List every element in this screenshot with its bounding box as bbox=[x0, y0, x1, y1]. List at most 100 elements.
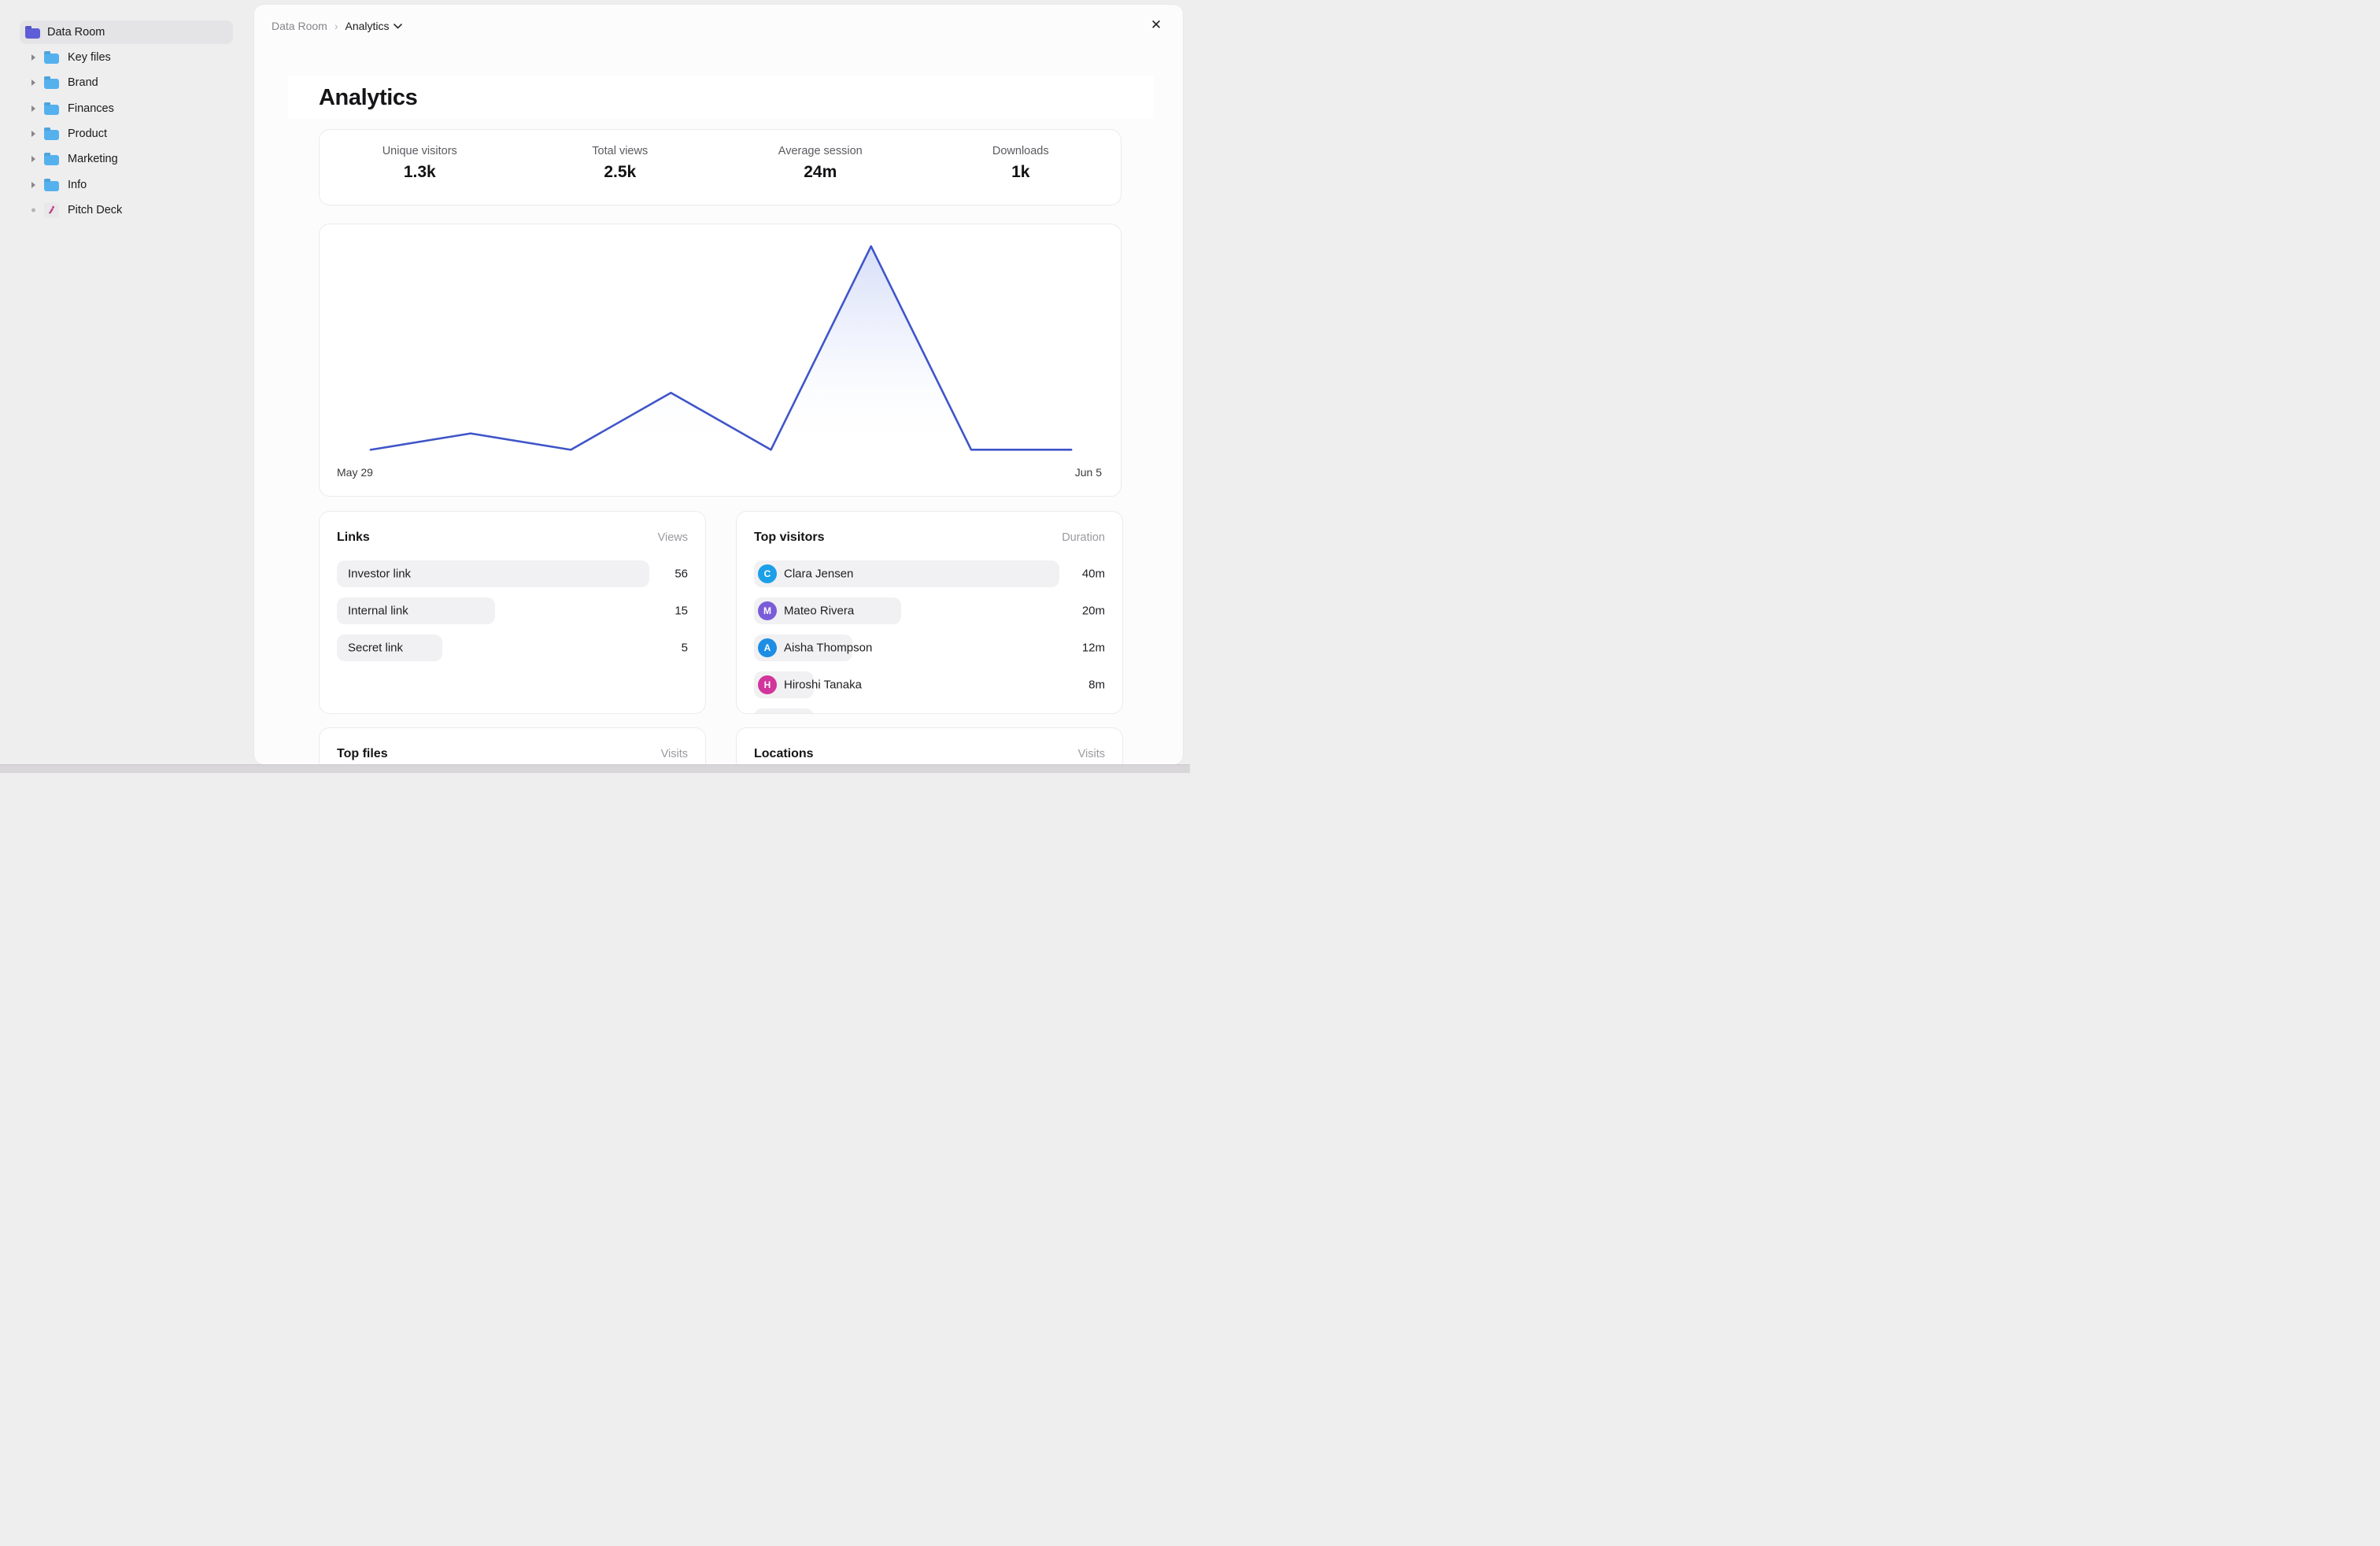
avatar: A bbox=[758, 638, 777, 657]
top-files-card-header: Top files Visits bbox=[337, 747, 688, 761]
visits-chart-card: May 29 Jun 5 bbox=[319, 224, 1122, 497]
sidebar-item-label: Marketing bbox=[68, 153, 118, 165]
visits-line-chart bbox=[320, 224, 1121, 496]
folder-icon bbox=[44, 155, 59, 165]
top-visitors-duration-header: Duration bbox=[1062, 531, 1105, 544]
sidebar-item-brand[interactable]: Brand bbox=[0, 70, 254, 95]
links-title: Links bbox=[337, 531, 370, 545]
visitor-duration-bar bbox=[754, 708, 814, 714]
window-bottom-edge bbox=[0, 764, 1190, 773]
visitor-duration-value: 20m bbox=[1082, 605, 1105, 618]
disclosure-triangle-icon[interactable] bbox=[31, 80, 35, 86]
links-card-header: Links Views bbox=[337, 531, 688, 545]
stat-cell: Average session 24m bbox=[720, 130, 921, 205]
sidebar-item-label: Data Room bbox=[47, 26, 105, 39]
visitor-row[interactable]: H Hiroshi Tanaka 8m bbox=[754, 671, 1105, 698]
page-title: Analytics bbox=[319, 85, 417, 111]
top-files-title: Top files bbox=[337, 747, 388, 761]
locations-title: Locations bbox=[754, 747, 814, 761]
sidebar-item-label: Product bbox=[68, 128, 107, 140]
disclosure-triangle-icon[interactable] bbox=[31, 54, 35, 61]
sidebar-item-label: Finances bbox=[68, 102, 114, 115]
stat-cell: Total views 2.5k bbox=[520, 130, 721, 205]
sidebar-item-label: Brand bbox=[68, 76, 98, 89]
sidebar-item-finances[interactable]: Finances bbox=[0, 96, 254, 121]
visitor-name: Mateo Rivera bbox=[784, 605, 854, 618]
sidebar: Data Room Key files Brand bbox=[0, 0, 254, 764]
stat-value: 2.5k bbox=[520, 163, 721, 182]
stat-label: Average session bbox=[720, 145, 921, 157]
folder-icon bbox=[44, 105, 59, 115]
x-axis-label-start: May 29 bbox=[337, 466, 373, 479]
links-card: Links Views Investor link 56 Internal li… bbox=[319, 511, 706, 714]
locations-card: Locations Visits bbox=[736, 727, 1123, 764]
visitor-duration-value: 8m bbox=[1088, 679, 1105, 692]
sidebar-item-data-room[interactable]: Data Room bbox=[0, 20, 254, 45]
link-row[interactable]: Internal link 15 bbox=[337, 597, 688, 624]
link-label: Secret link bbox=[348, 642, 403, 655]
visitor-name: Hiroshi Tanaka bbox=[784, 679, 862, 692]
visitor-duration-value: 40m bbox=[1082, 568, 1105, 581]
link-views-value: 15 bbox=[674, 605, 688, 618]
breadcrumb-parent[interactable]: Data Room bbox=[272, 20, 327, 32]
visitor-name: Aisha Thompson bbox=[784, 642, 872, 655]
visitor-duration-value: 12m bbox=[1082, 642, 1105, 655]
folder-icon bbox=[44, 181, 59, 191]
stat-label: Unique visitors bbox=[320, 145, 520, 157]
stat-label: Total views bbox=[520, 145, 721, 157]
locations-visits-header: Visits bbox=[1078, 748, 1105, 760]
stat-value: 24m bbox=[720, 163, 921, 182]
disclosure-triangle-icon[interactable] bbox=[31, 156, 35, 162]
main-panel: Data Room › Analytics ✕ Analytics Unique… bbox=[254, 5, 1183, 764]
links-views-header: Views bbox=[658, 531, 688, 544]
link-row[interactable]: Secret link 5 bbox=[337, 634, 688, 661]
disclosure-triangle-icon[interactable] bbox=[31, 105, 35, 112]
visitor-row[interactable]: A Aisha Thompson 12m bbox=[754, 634, 1105, 661]
locations-card-header: Locations Visits bbox=[754, 747, 1105, 761]
top-visitors-title: Top visitors bbox=[754, 531, 825, 545]
pitch-deck-thumbnail-icon bbox=[44, 202, 59, 217]
stat-cell: Unique visitors 1.3k bbox=[320, 130, 520, 205]
avatar: C bbox=[758, 564, 777, 583]
disclosure-triangle-icon[interactable] bbox=[31, 131, 35, 137]
sidebar-item-product[interactable]: Product bbox=[0, 121, 254, 146]
folder-icon bbox=[44, 54, 59, 64]
sidebar-item-pitch-deck[interactable]: Pitch Deck bbox=[0, 198, 254, 223]
stats-card: Unique visitors 1.3k Total views 2.5k Av… bbox=[319, 129, 1122, 205]
stat-cell: Downloads 1k bbox=[921, 130, 1122, 205]
breadcrumb-current-label: Analytics bbox=[345, 20, 389, 32]
avatar: M bbox=[758, 601, 777, 620]
bullet-dot-icon bbox=[31, 208, 35, 212]
top-files-card: Top files Visits bbox=[319, 727, 706, 764]
sidebar-item-label: Pitch Deck bbox=[68, 204, 122, 216]
top-visitors-card-header: Top visitors Duration bbox=[754, 531, 1105, 545]
link-views-value: 5 bbox=[682, 642, 688, 655]
page-header: Analytics bbox=[288, 76, 1154, 119]
sidebar-item-key-files[interactable]: Key files bbox=[0, 45, 254, 70]
folder-icon bbox=[25, 28, 40, 39]
link-views-value: 56 bbox=[674, 568, 688, 581]
sidebar-item-label: Key files bbox=[68, 51, 111, 64]
visitor-row[interactable]: M Mateo Rivera 20m bbox=[754, 597, 1105, 624]
stat-label: Downloads bbox=[921, 145, 1122, 157]
stat-value: 1k bbox=[921, 163, 1122, 182]
visitor-row-partial[interactable] bbox=[754, 708, 1105, 714]
chevron-down-icon bbox=[394, 24, 402, 29]
folder-icon bbox=[44, 79, 59, 89]
sidebar-item-marketing[interactable]: Marketing bbox=[0, 146, 254, 172]
top-visitors-card: Top visitors Duration C Clara Jensen 40m… bbox=[736, 511, 1123, 714]
breadcrumb-current[interactable]: Analytics bbox=[345, 20, 401, 32]
close-button[interactable]: ✕ bbox=[1147, 16, 1166, 35]
disclosure-triangle-icon[interactable] bbox=[31, 182, 35, 188]
link-label: Investor link bbox=[348, 568, 411, 581]
breadcrumb: Data Room › Analytics bbox=[272, 19, 402, 33]
link-row[interactable]: Investor link 56 bbox=[337, 560, 688, 587]
avatar: H bbox=[758, 675, 777, 694]
visitor-row[interactable]: C Clara Jensen 40m bbox=[754, 560, 1105, 587]
top-files-visits-header: Visits bbox=[661, 748, 688, 760]
link-label: Internal link bbox=[348, 605, 408, 618]
folder-icon bbox=[44, 130, 59, 140]
x-axis-label-end: Jun 5 bbox=[1075, 466, 1102, 479]
sidebar-item-info[interactable]: Info bbox=[0, 172, 254, 198]
sidebar-item-label: Info bbox=[68, 179, 87, 191]
